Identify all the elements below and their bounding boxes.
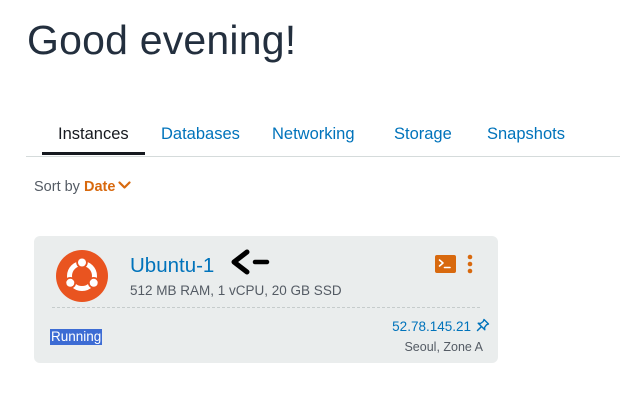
pin-icon[interactable]	[476, 318, 490, 332]
tab-networking[interactable]: Networking	[272, 125, 355, 144]
status-badge: Running	[50, 329, 103, 345]
instance-name-link[interactable]: Ubuntu-1	[130, 254, 214, 278]
tab-storage[interactable]: Storage	[394, 125, 452, 144]
card-divider	[52, 307, 480, 308]
sort-dropdown[interactable]: Date	[83, 179, 132, 195]
sort-value: Date	[83, 179, 116, 195]
sort-label: Sort by	[34, 179, 80, 195]
sort-control: Sort by Date	[34, 179, 132, 195]
tab-bar: Instances Databases Networking Storage S…	[26, 118, 620, 157]
instance-location: Seoul, Zone A	[404, 340, 483, 354]
tab-instances[interactable]: Instances	[58, 125, 129, 144]
arrow-annotation-icon	[231, 249, 270, 275]
terminal-icon[interactable]	[435, 255, 456, 273]
instance-card: Ubuntu-1 512 MB RAM, 1 vCPU, 20 GB SSD R…	[34, 236, 498, 363]
ubuntu-logo-icon	[56, 250, 108, 302]
instance-specs: 512 MB RAM, 1 vCPU, 20 GB SSD	[130, 283, 342, 298]
tab-snapshots[interactable]: Snapshots	[487, 125, 565, 144]
page-title: Good evening!	[27, 17, 297, 63]
tab-databases[interactable]: Databases	[161, 125, 240, 144]
ip-address-link[interactable]: 52.78.145.21	[392, 319, 471, 334]
active-tab-indicator	[42, 152, 145, 155]
kebab-menu-icon[interactable]	[464, 254, 476, 274]
chevron-down-icon	[118, 181, 132, 189]
ip-row: 52.78.145.21	[392, 318, 490, 336]
